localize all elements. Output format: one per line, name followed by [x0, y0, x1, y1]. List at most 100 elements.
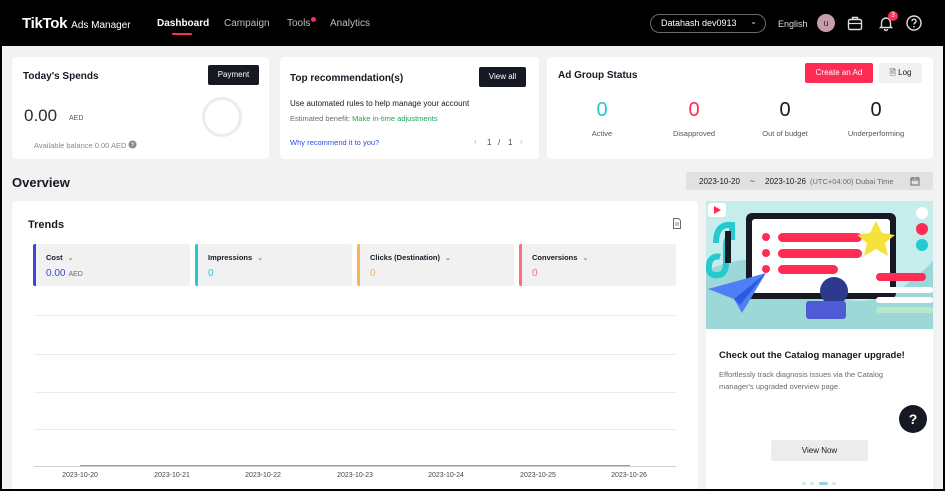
chart-gridline — [34, 392, 676, 393]
timezone: (UTC+04:00) Dubai Time — [810, 177, 894, 186]
status-value: 0 — [688, 99, 700, 121]
promo-description: Effortlessly track diagnosis issues via … — [719, 370, 884, 391]
nav-item-tools[interactable]: Tools — [287, 18, 310, 29]
metric-label: Cost ⌄ — [46, 253, 74, 262]
recommendation-benefit: Estimated benefit: Make in-time adjustme… — [290, 114, 438, 123]
active-nav-indicator — [172, 33, 192, 35]
metric-value: 0 — [208, 268, 214, 279]
why-recommend-link[interactable]: Why recommend it to you? — [290, 138, 379, 147]
account-name: Datahash dev0913 — [661, 18, 737, 28]
available-balance: Available balance 0.00 AED — [34, 141, 127, 150]
metric-label-text: Impressions — [208, 253, 253, 262]
log-label: Log — [898, 68, 912, 77]
spend-currency: AED — [69, 115, 84, 122]
view-all-button[interactable]: View all — [479, 67, 526, 87]
metric-conversions[interactable]: Conversions ⌄ 0 — [519, 244, 676, 286]
metric-value: 0 — [370, 268, 376, 279]
metric-label-text: Clicks (Destination) — [370, 253, 441, 262]
carousel-dot-active[interactable] — [819, 482, 828, 485]
tiktok-logo[interactable]: TikTok Ads Manager — [22, 15, 131, 32]
help-circle-icon[interactable] — [905, 14, 923, 32]
briefcase-icon[interactable] — [846, 14, 864, 32]
metric-cost[interactable]: Cost ⌄ 0.00 AED — [33, 244, 190, 286]
x-tick-label: 2023-10-22 — [245, 472, 281, 479]
calendar-icon — [910, 177, 920, 186]
chart-gridline — [34, 315, 676, 316]
chevron-down-icon: ⌄ — [445, 255, 451, 262]
x-tick-label: 2023-10-24 — [428, 472, 464, 479]
metric-currency: AED — [68, 271, 83, 278]
x-tick-label: 2023-10-21 — [154, 472, 190, 479]
catalog-illustration — [706, 201, 933, 329]
spends-title: Today's Spends — [23, 71, 99, 82]
chevron-down-icon: ⌄ — [67, 255, 74, 262]
promo-title: Check out the Catalog manager upgrade! — [719, 350, 905, 361]
download-report-icon[interactable] — [672, 218, 682, 229]
nav-item-dashboard[interactable]: Dashboard — [157, 18, 209, 29]
language-switcher[interactable]: English — [778, 19, 808, 29]
status-label: Underperforming — [847, 129, 905, 138]
status-active[interactable]: 0 Active — [562, 99, 642, 138]
status-underperforming[interactable]: 0 Underperforming — [836, 99, 916, 138]
status-disapproved[interactable]: 0 Disapproved — [654, 99, 734, 138]
create-ad-button[interactable]: Create an Ad — [805, 63, 873, 83]
account-selector[interactable]: Datahash dev0913 ⌄ — [650, 14, 766, 33]
x-tick-label: 2023-10-23 — [337, 472, 373, 479]
carousel-dot[interactable] — [810, 482, 814, 485]
tools-notification-dot — [311, 17, 316, 22]
metric-clicks[interactable]: Clicks (Destination) ⌄ 0 — [357, 244, 514, 286]
status-out-of-budget[interactable]: 0 Out of budget — [745, 99, 825, 138]
status-label: Active — [591, 129, 613, 138]
x-tick-label: 2023-10-20 — [62, 472, 98, 479]
svg-text:?: ? — [131, 142, 135, 149]
pager-next-icon[interactable]: › — [520, 137, 523, 146]
carousel-dot[interactable] — [832, 482, 836, 485]
date-end: 2023-10-26 — [765, 177, 806, 186]
chevron-down-icon: ⌄ — [582, 255, 589, 262]
top-nav: TikTok Ads Manager Dashboard Campaign To… — [2, 2, 943, 46]
x-tick-label: 2023-10-26 — [611, 472, 647, 479]
trend-series-line — [80, 465, 630, 466]
metric-label-text: Cost — [46, 253, 63, 262]
x-tick-label: 2023-10-25 — [520, 472, 556, 479]
date-range-picker[interactable]: 2023-10-20 ~ 2023-10-26 (UTC+04:00) Duba… — [686, 172, 933, 190]
spend-value: 0.00 — [24, 106, 58, 125]
spend-progress-ring — [202, 97, 242, 137]
pager-total: 1 — [508, 138, 513, 147]
status-value: 0 — [779, 99, 791, 121]
view-now-button[interactable]: View Now — [771, 440, 868, 461]
ad-group-title: Ad Group Status — [558, 70, 638, 81]
chart-baseline — [34, 466, 676, 467]
chevron-down-icon: ⌄ — [257, 255, 264, 262]
status-value: 0 — [870, 99, 882, 121]
recommendation-text: Use automated rules to help manage your … — [290, 99, 470, 108]
help-chat-button[interactable]: ? — [899, 405, 927, 433]
date-separator: ~ — [750, 177, 755, 186]
avatar[interactable]: u — [817, 14, 835, 32]
logo-sub-text: Ads Manager — [71, 20, 131, 31]
metric-value-text: 0.00 — [46, 268, 66, 279]
metric-value: 0 — [532, 268, 538, 279]
trends-title: Trends — [28, 219, 65, 231]
chart-gridline — [34, 429, 676, 430]
date-start: 2023-10-20 — [699, 177, 740, 186]
metric-label: Conversions ⌄ — [532, 253, 588, 262]
pager-current: 1 — [487, 138, 492, 147]
overview-title: Overview — [12, 175, 70, 190]
metric-value: 0.00 AED — [46, 268, 83, 279]
log-button[interactable]: 🗎 Log — [879, 63, 922, 83]
file-icon: 🗎 — [889, 68, 896, 77]
metric-impressions[interactable]: Impressions ⌄ 0 — [195, 244, 352, 286]
notification-badge: 3 — [888, 11, 898, 21]
nav-item-campaign[interactable]: Campaign — [224, 18, 270, 29]
chart-gridline — [34, 354, 676, 355]
metric-label: Impressions ⌄ — [208, 253, 263, 262]
benefit-prefix: Estimated benefit: — [290, 114, 351, 123]
carousel-dot[interactable] — [802, 482, 806, 485]
payment-button[interactable]: Payment — [208, 65, 259, 85]
question-icon[interactable]: ? — [128, 140, 137, 149]
nav-item-analytics[interactable]: Analytics — [330, 18, 370, 29]
pager-prev-icon[interactable]: ‹ — [474, 137, 477, 146]
app-frame: TikTok Ads Manager Dashboard Campaign To… — [2, 2, 943, 489]
benefit-link[interactable]: Make in-time adjustments — [352, 114, 437, 123]
